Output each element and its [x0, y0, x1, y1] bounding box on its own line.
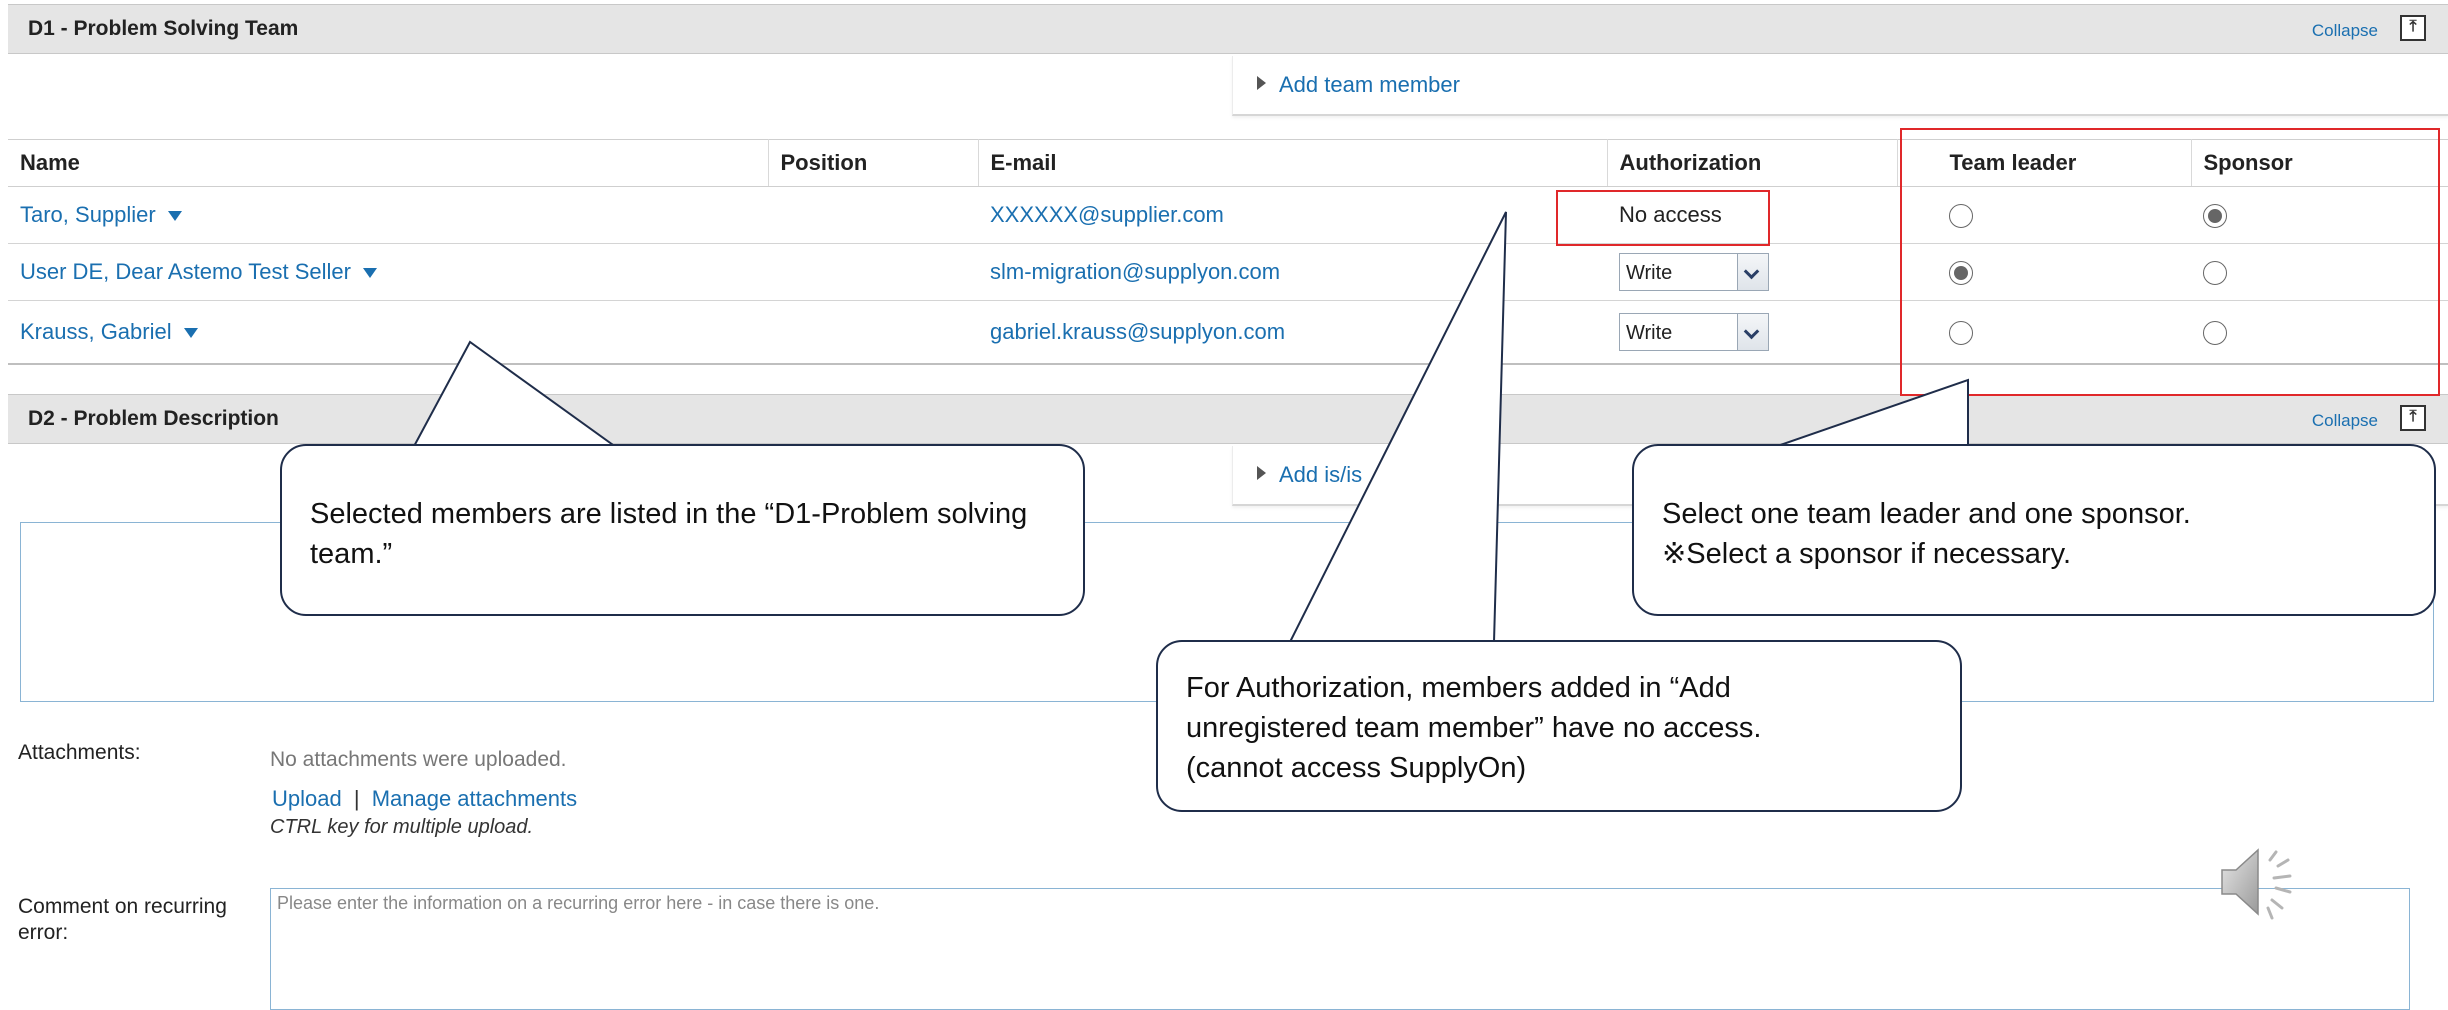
members-callout-text: Selected members are listed in the “D1-P… [310, 498, 1028, 570]
auth-callout-line3: (cannot access SupplyOn) [1186, 752, 1527, 784]
leader-callout-line2: ※Select a sponsor if necessary. [1662, 538, 2072, 570]
members-callout-pointer [410, 340, 624, 451]
speaker-icon[interactable] [2218, 842, 2302, 922]
authorization-callout: For Authorization, members added in “Add… [1156, 640, 1962, 812]
leader-callout-line1: Select one team leader and one sponsor. [1662, 498, 2191, 530]
leader-callout-pointer [1765, 378, 1969, 451]
members-callout: Selected members are listed in the “D1-P… [280, 444, 1085, 616]
auth-callout-line2: unregistered team member” have no access… [1186, 712, 1762, 744]
auth-callout-line1: For Authorization, members added in “Add [1186, 672, 1731, 704]
auth-callout-pointer [1288, 211, 1507, 643]
leader-sponsor-callout: Select one team leader and one sponsor. … [1632, 444, 2436, 616]
